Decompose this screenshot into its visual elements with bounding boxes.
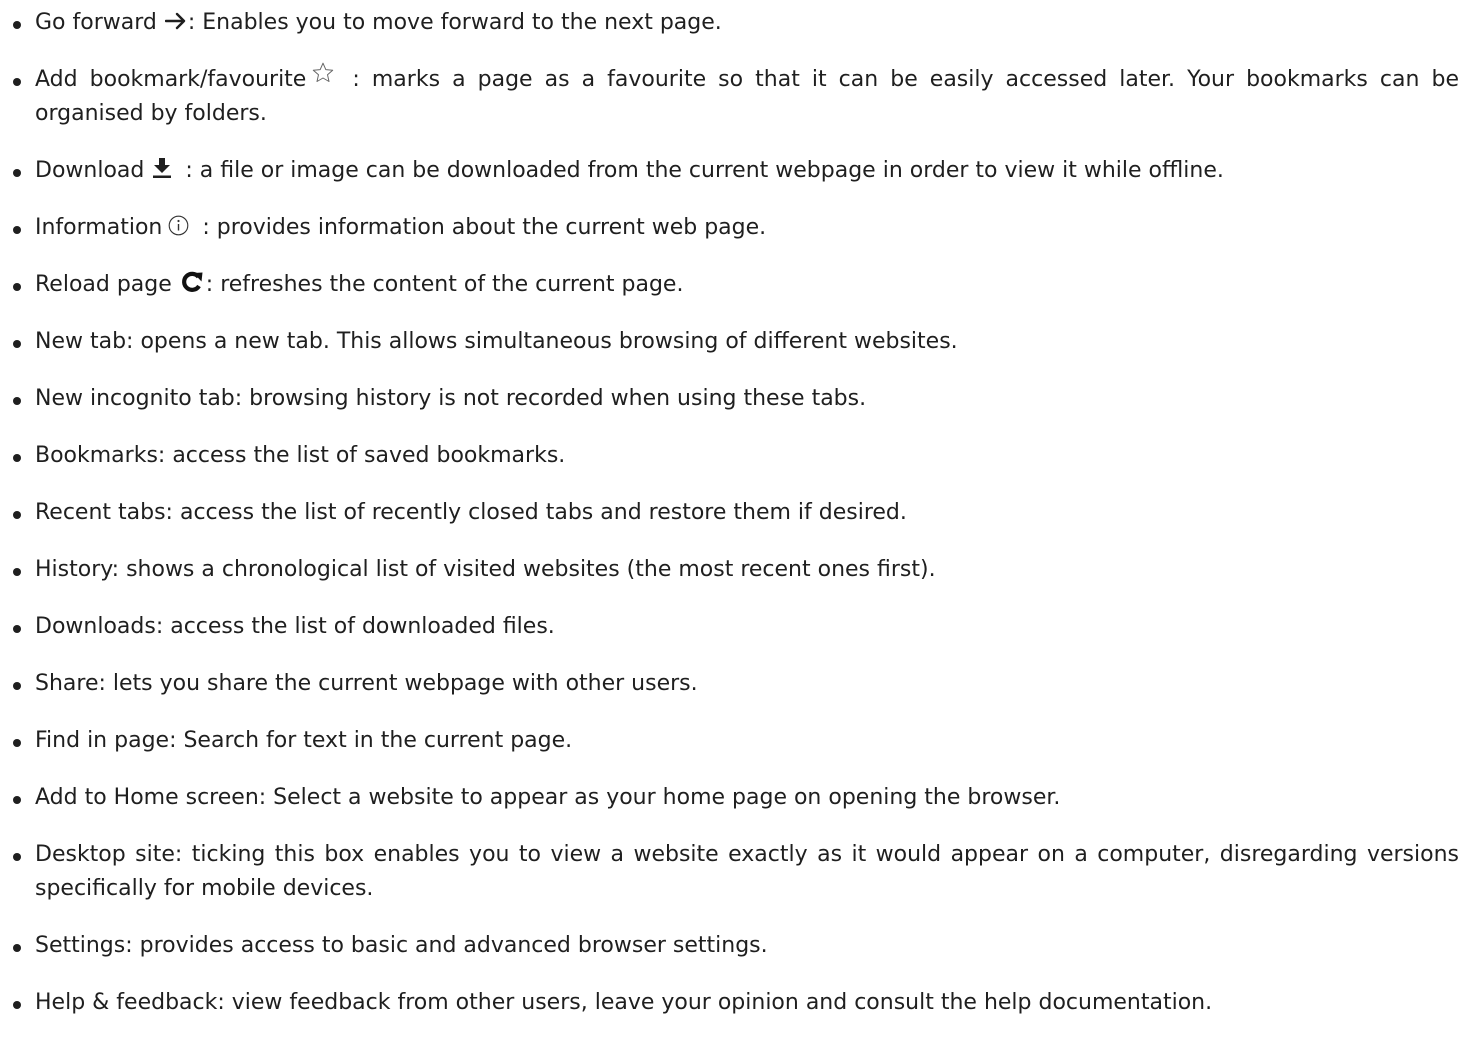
download-icon — [152, 157, 172, 179]
list-item-reload-page: Reload page : refreshes the content of th… — [0, 268, 1465, 302]
list-item-desktop-site: Desktop site: ticking this box enables y… — [0, 838, 1465, 906]
list-item-recent-tabs: Recent tabs: access the list of recently… — [0, 496, 1465, 530]
list-item-bookmarks: Bookmarks: access the list of saved book… — [0, 439, 1465, 473]
history-text: History: shows a chronological list of v… — [35, 557, 936, 582]
reload-icon — [180, 271, 204, 293]
list-item-help-feedback: Help & feedback: view feedback from othe… — [0, 986, 1465, 1020]
list-item-share: Share: lets you share the current webpag… — [0, 667, 1465, 701]
info-circle-icon — [168, 215, 189, 236]
list-item-find-in-page: Find in page: Search for text in the cur… — [0, 724, 1465, 758]
list-item-settings: Settings: provides access to basic and a… — [0, 929, 1465, 963]
add-to-home-screen-text: Add to Home screen: Select a website to … — [35, 785, 1061, 810]
arrow-right-icon — [164, 12, 187, 30]
list-item-add-to-home-screen: Add to Home screen: Select a website to … — [0, 781, 1465, 815]
download-description: : a file or image can be downloaded from… — [178, 158, 1224, 183]
list-item-add-bookmark: Add bookmark/favourite : marks a page as… — [0, 62, 1465, 131]
recent-tabs-text: Recent tabs: access the list of recently… — [35, 500, 907, 525]
list-item-information: Information : provides information about… — [0, 211, 1465, 245]
go-forward-description: : Enables you to move forward to the nex… — [187, 10, 722, 35]
list-item-history: History: shows a chronological list of v… — [0, 553, 1465, 587]
downloads-text: Downloads: access the list of downloaded… — [35, 614, 555, 639]
find-in-page-text: Find in page: Search for text in the cur… — [35, 728, 573, 753]
list-item-go-forward: Go forward : Enables you to move forward … — [0, 6, 1465, 40]
reload-page-label: Reload page — [35, 272, 172, 297]
new-tab-text: New tab: opens a new tab. This allows si… — [35, 329, 958, 354]
go-forward-label: Go forward — [35, 10, 157, 35]
reload-page-description: : refreshes the content of the current p… — [205, 272, 684, 297]
new-incognito-tab-text: New incognito tab: browsing history is n… — [35, 386, 867, 411]
list-item-new-tab: New tab: opens a new tab. This allows si… — [0, 325, 1465, 359]
information-label: Information — [35, 215, 163, 240]
desktop-site-text: Desktop site: ticking this box enables y… — [35, 842, 1459, 901]
share-text: Share: lets you share the current webpag… — [35, 671, 698, 696]
browser-features-list: Go forward : Enables you to move forward … — [0, 6, 1465, 1043]
add-bookmark-label: Add bookmark/favourite — [35, 67, 307, 92]
list-item-download: Download : a file or image can be downlo… — [0, 154, 1465, 188]
information-description: : provides information about the current… — [195, 215, 767, 240]
bookmarks-text: Bookmarks: access the list of saved book… — [35, 443, 566, 468]
list-item-downloads: Downloads: access the list of downloaded… — [0, 610, 1465, 644]
star-outline-icon — [312, 62, 334, 83]
list-item-new-incognito-tab: New incognito tab: browsing history is n… — [0, 382, 1465, 416]
settings-text: Settings: provides access to basic and a… — [35, 933, 768, 958]
help-feedback-text: Help & feedback: view feedback from othe… — [35, 990, 1213, 1015]
download-label: Download — [35, 158, 145, 183]
